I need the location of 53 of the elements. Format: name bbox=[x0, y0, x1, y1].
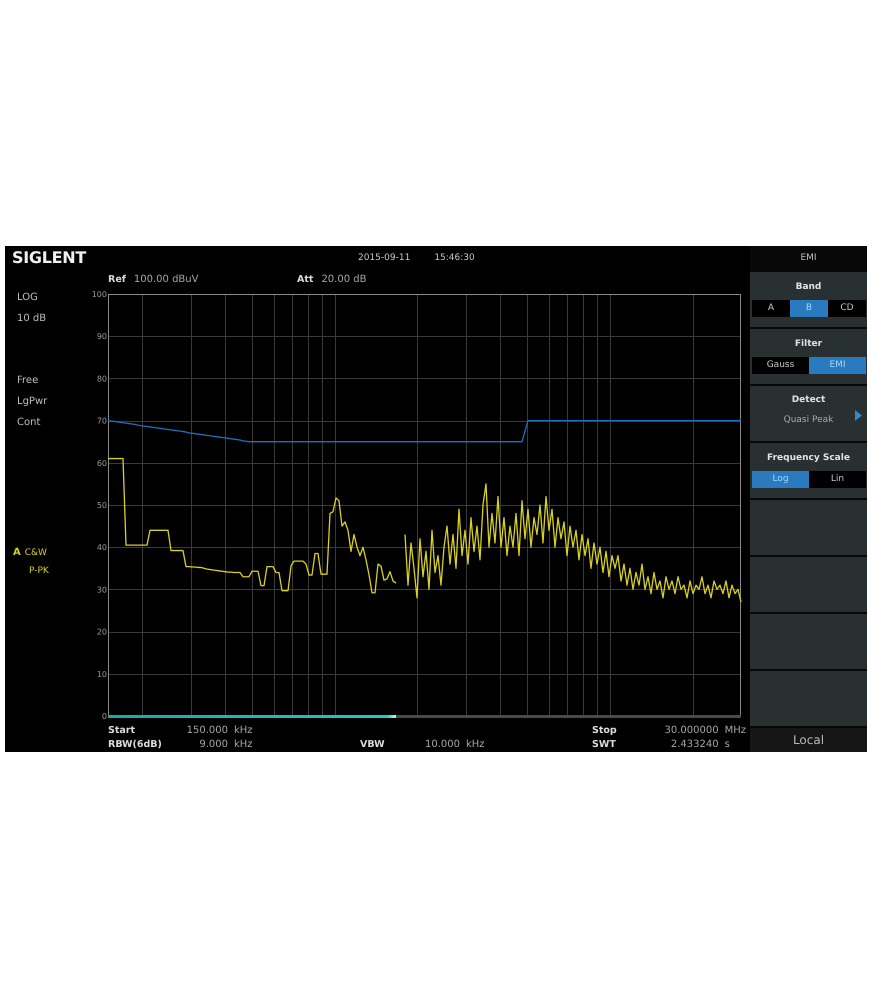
readout-label: Att bbox=[297, 274, 314, 286]
readout-unit: MHz bbox=[724, 725, 746, 737]
y-tick-label: 60 bbox=[96, 458, 107, 468]
scale-setting-label: LOG bbox=[17, 290, 38, 304]
y-tick-label: 80 bbox=[96, 374, 107, 384]
sweep-setting-label: Free bbox=[17, 374, 38, 388]
readout-unit: kHz bbox=[234, 739, 253, 751]
y-tick-label: 50 bbox=[96, 501, 107, 510]
scale-setting-label: 10 dB bbox=[17, 312, 46, 326]
readout-value: 10.000 bbox=[425, 739, 460, 751]
y-tick-label: 100 bbox=[92, 290, 107, 299]
readout-value: 100.00 dBuV bbox=[134, 274, 198, 286]
readout-label: SWT bbox=[592, 739, 616, 751]
brand-logo: SIGLENT bbox=[12, 248, 86, 267]
softkey-value: Quasi Peak bbox=[784, 414, 834, 427]
softkey-title: Frequency Scale bbox=[767, 452, 850, 465]
readout-value: 150.000 bbox=[186, 725, 228, 737]
trace-letter-label: A bbox=[13, 546, 21, 558]
readout-value: 2.433240 bbox=[670, 739, 719, 751]
readout-value: 30.000000 bbox=[664, 725, 719, 737]
y-tick-label: 10 bbox=[96, 670, 107, 679]
menu-title: EMI bbox=[800, 252, 817, 264]
submenu-arrow-icon bbox=[855, 410, 862, 421]
readout-unit: s bbox=[724, 739, 730, 751]
softkey-panel[interactable]: Band A B CD bbox=[750, 272, 867, 327]
softkey-panel[interactable]: Frequency Scale Log Lin bbox=[750, 443, 867, 498]
y-tick-label: 90 bbox=[96, 332, 107, 342]
softkey-title: Detect bbox=[792, 394, 826, 407]
time-label: 15:46:30 bbox=[434, 252, 475, 264]
readout-label: Stop bbox=[592, 725, 617, 737]
trace-info-label: C&W bbox=[24, 546, 47, 558]
readout-unit: kHz bbox=[234, 725, 253, 737]
sweep-setting-label: Cont bbox=[17, 416, 40, 430]
softkey-title: Filter bbox=[794, 338, 822, 351]
trace-info-label: P-PK bbox=[29, 564, 49, 576]
sweep-setting-label: LgPwr bbox=[17, 394, 48, 408]
softkey-panel[interactable]: Detect Quasi Peak bbox=[750, 386, 867, 441]
readout-value: 20.00 dB bbox=[321, 274, 366, 286]
y-tick-label: 0 bbox=[102, 712, 107, 721]
y-tick-label: 30 bbox=[96, 585, 107, 594]
y-tick-label: 20 bbox=[96, 628, 107, 637]
readout-label: VBW bbox=[360, 739, 385, 751]
softkey-panel[interactable]: Filter Gauss EMI bbox=[750, 329, 867, 384]
softkey-title: Band bbox=[796, 281, 822, 294]
local-status-bar: Local bbox=[750, 728, 867, 752]
date-label: 2015-09-11 bbox=[358, 252, 410, 264]
readout-value: 9.000 bbox=[199, 739, 228, 751]
y-tick-label: 40 bbox=[96, 543, 107, 552]
readout-unit: kHz bbox=[466, 739, 485, 751]
y-tick-label: 70 bbox=[96, 416, 107, 426]
readout-label: RBW(6dB) bbox=[108, 739, 162, 751]
readout-label: Start bbox=[108, 725, 136, 737]
readout-label: Ref bbox=[108, 274, 126, 286]
